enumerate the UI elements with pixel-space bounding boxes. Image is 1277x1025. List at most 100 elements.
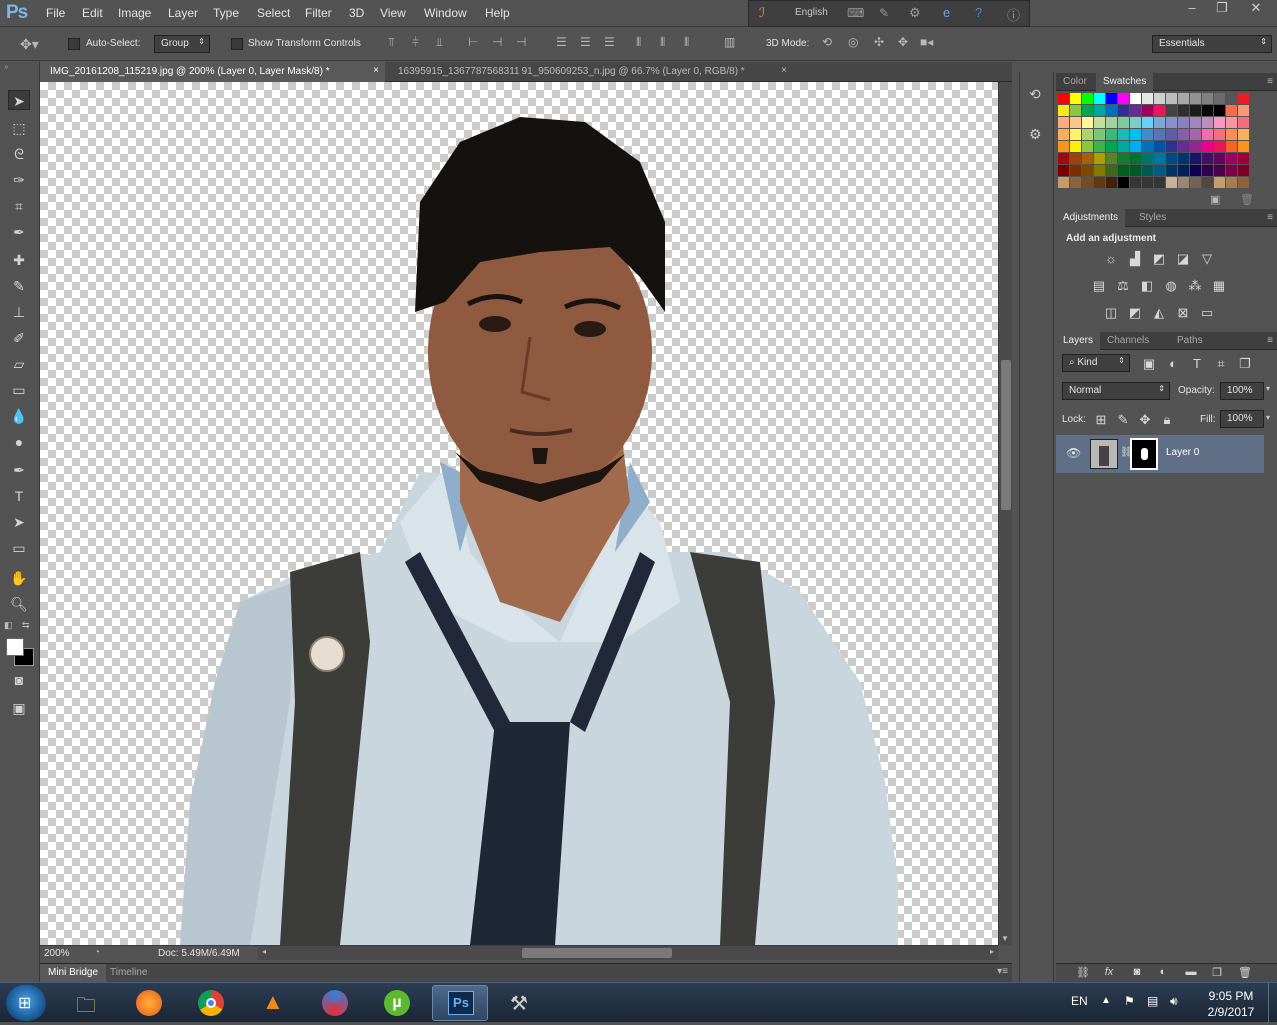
marquee-tool-icon[interactable]: ⬚ xyxy=(8,118,30,138)
distribute-right-icon[interactable]: ⦀ xyxy=(684,35,689,50)
3d-roll-icon[interactable]: ◎ xyxy=(848,35,858,49)
color-swatch[interactable] xyxy=(1130,165,1141,176)
3d-scale-icon[interactable]: ■◂ xyxy=(920,35,933,49)
start-button[interactable]: ⊞ xyxy=(6,985,46,1021)
menu-file[interactable]: File xyxy=(46,6,65,20)
align-vcenter-icon[interactable]: ⫩ xyxy=(412,35,419,50)
color-swatch[interactable] xyxy=(1154,93,1165,104)
eyedropper-tool-icon[interactable]: ✒ xyxy=(8,222,30,242)
explorer-taskbar-icon[interactable]: 🗀 xyxy=(62,985,118,1021)
tab-styles[interactable]: Styles xyxy=(1132,209,1173,227)
color-swatch[interactable] xyxy=(1226,141,1237,152)
path-select-tool-icon[interactable]: ➤ xyxy=(8,512,30,532)
color-swatch[interactable] xyxy=(1238,93,1249,104)
color-swatch[interactable] xyxy=(1214,105,1225,116)
color-swatch[interactable] xyxy=(1058,129,1069,140)
color-swatch[interactable] xyxy=(1070,141,1081,152)
filter-shape-icon[interactable]: ⌗ xyxy=(1212,356,1230,372)
color-swatch[interactable] xyxy=(1094,153,1105,164)
settings-icon[interactable]: ⚙ xyxy=(909,5,921,21)
menu-filter[interactable]: Filter xyxy=(305,6,332,20)
color-swatch[interactable] xyxy=(1202,153,1213,164)
color-swatch[interactable] xyxy=(1106,165,1117,176)
color-swatch[interactable] xyxy=(1178,153,1189,164)
vibrance-icon[interactable]: ▽ xyxy=(1198,251,1216,267)
menu-select[interactable]: Select xyxy=(257,6,290,20)
show-transform-checkbox[interactable] xyxy=(231,38,243,50)
link-layers-icon[interactable]: ⛓ xyxy=(1074,966,1092,982)
menu-layer[interactable]: Layer xyxy=(168,6,198,20)
color-swatch[interactable] xyxy=(1094,117,1105,128)
color-swatch[interactable] xyxy=(1214,93,1225,104)
color-swatch[interactable] xyxy=(1058,177,1069,188)
selective-color-icon[interactable]: ⊠ xyxy=(1174,305,1192,321)
align-left-icon[interactable]: ⊢ xyxy=(468,35,478,49)
tab-adjustments[interactable]: Adjustments xyxy=(1056,209,1126,227)
color-swatch[interactable] xyxy=(1082,93,1093,104)
screen-mode-icon[interactable]: ▣ xyxy=(8,698,30,718)
color-balance-icon[interactable]: ⚖ xyxy=(1114,278,1132,294)
new-adjustment-icon[interactable]: ◐ xyxy=(1154,966,1172,982)
menu-3d[interactable]: 3D xyxy=(349,6,364,20)
color-swatch[interactable] xyxy=(1166,105,1177,116)
show-hidden-icons-icon[interactable]: ▲ xyxy=(1101,995,1111,1006)
color-swatch[interactable] xyxy=(1190,129,1201,140)
color-swatch[interactable] xyxy=(1094,105,1105,116)
crop-tool-icon[interactable]: ⌗ xyxy=(8,196,30,216)
color-swatch[interactable] xyxy=(1082,141,1093,152)
color-swatch[interactable] xyxy=(1118,177,1129,188)
color-swatch[interactable] xyxy=(1106,117,1117,128)
layer-mask-thumbnail[interactable] xyxy=(1130,438,1158,470)
browser-icon[interactable]: e xyxy=(943,5,950,20)
status-icon[interactable]: ◔ xyxy=(94,947,100,958)
color-swatch[interactable] xyxy=(1094,93,1105,104)
gradient-tool-icon[interactable]: ▭ xyxy=(8,380,30,400)
align-top-icon[interactable]: ⫪ xyxy=(388,35,395,50)
doc-tab-active[interactable]: IMG_20161208_115219.jpg @ 200% (Layer 0,… xyxy=(40,62,385,82)
color-swatch[interactable] xyxy=(1166,141,1177,152)
color-swatch[interactable] xyxy=(1202,105,1213,116)
language-label[interactable]: English xyxy=(795,7,828,18)
hand-tool-icon[interactable]: ✋ xyxy=(8,568,30,588)
color-swatch[interactable] xyxy=(1058,153,1069,164)
tab-timeline[interactable]: Timeline xyxy=(110,967,147,978)
color-swatch[interactable] xyxy=(1094,177,1105,188)
color-swatch[interactable] xyxy=(1154,129,1165,140)
color-swatch[interactable] xyxy=(1082,105,1093,116)
3d-rotate-icon[interactable]: ⟲ xyxy=(822,35,832,49)
color-swatch[interactable] xyxy=(1178,165,1189,176)
color-swatch[interactable] xyxy=(1154,153,1165,164)
color-lookup-icon[interactable]: ▦ xyxy=(1210,278,1228,294)
color-swatch[interactable] xyxy=(1142,93,1153,104)
invert-icon[interactable]: ◫ xyxy=(1102,305,1120,321)
vertical-scrollbar[interactable]: ▼ xyxy=(998,82,1012,945)
rectangle-tool-icon[interactable]: ▭ xyxy=(8,538,30,558)
color-swatch[interactable] xyxy=(1214,153,1225,164)
brightness-contrast-icon[interactable]: ☼ xyxy=(1102,251,1120,267)
posterize-icon[interactable]: ◩ xyxy=(1126,305,1144,321)
panel-menu-icon[interactable]: ▾≡ xyxy=(997,966,1008,977)
color-swatch[interactable] xyxy=(1166,153,1177,164)
color-swatch[interactable] xyxy=(1226,165,1237,176)
lasso-tool-icon[interactable]: ᘓ xyxy=(8,144,30,164)
layer-row[interactable]: 👁︎ ⛓ Layer 0 xyxy=(1056,435,1264,473)
network-icon[interactable]: ▤ xyxy=(1147,994,1158,1008)
help-icon[interactable]: ? xyxy=(975,5,982,20)
properties-icon[interactable]: ⚙ xyxy=(1029,126,1042,143)
align-right-icon[interactable]: ⊣ xyxy=(516,35,526,49)
color-swatch[interactable] xyxy=(1058,141,1069,152)
lock-image-icon[interactable]: ✎ xyxy=(1114,412,1132,428)
tab-swatches[interactable]: Swatches xyxy=(1096,73,1154,91)
auto-align-icon[interactable]: ▥ xyxy=(724,35,735,49)
workspace-dropdown[interactable]: Essentials ⇕ xyxy=(1152,35,1272,53)
3d-drag-icon[interactable]: ✣ xyxy=(874,35,884,49)
quick-select-tool-icon[interactable]: ✑ xyxy=(8,170,30,190)
zoom-tool-icon[interactable]: 🔍︎ xyxy=(8,594,30,614)
system-clock[interactable]: 9:05 PM 2/9/2017 xyxy=(1196,988,1266,1020)
zoom-level[interactable]: 200% xyxy=(44,948,70,959)
color-swatch[interactable] xyxy=(1154,141,1165,152)
lock-position-icon[interactable]: ✥ xyxy=(1136,412,1154,428)
pen-icon[interactable]: ✎ xyxy=(879,6,889,20)
lock-transparent-icon[interactable]: ⊞ xyxy=(1092,412,1110,428)
color-swatch[interactable] xyxy=(1082,117,1093,128)
